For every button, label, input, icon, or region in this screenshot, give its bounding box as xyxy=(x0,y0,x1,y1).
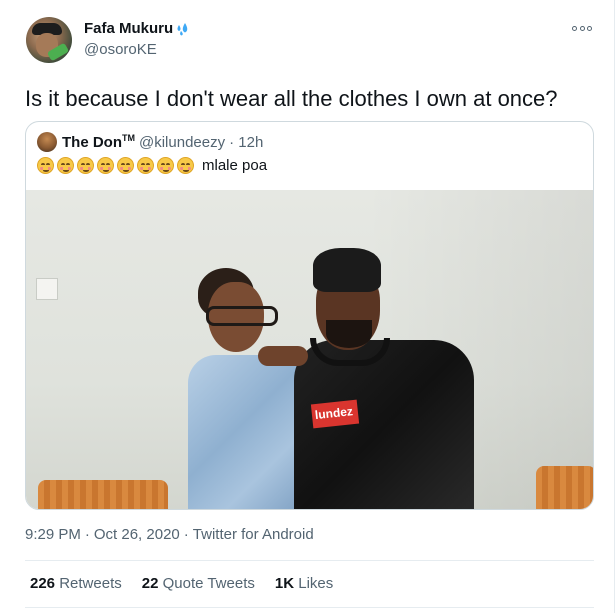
retweets-stat[interactable]: 226 Retweets xyxy=(30,575,122,592)
cushion-left xyxy=(38,480,168,509)
cushion-right xyxy=(536,466,593,509)
trademark-mark: TM xyxy=(122,133,135,143)
tweet-date[interactable]: Oct 26, 2020 xyxy=(94,526,180,543)
woman-glasses xyxy=(206,306,278,326)
tweet: Fafa Mukuru @osoroKE Is it because I don… xyxy=(0,0,615,613)
quoted-tweet[interactable]: The DonTM @kilundeezy · 12h mlale poa lu… xyxy=(25,121,594,510)
author-avatar[interactable] xyxy=(26,17,72,63)
tweet-source[interactable]: Twitter for Android xyxy=(193,526,314,543)
man-durag xyxy=(313,248,381,292)
quote-display-name[interactable]: The DonTM xyxy=(62,133,135,151)
quote-text: mlale poa xyxy=(202,157,268,174)
likes-stat[interactable]: 1K Likes xyxy=(275,575,333,592)
smiling-face-with-smiling-eyes-icon xyxy=(57,157,74,174)
sweat-droplets-icon xyxy=(175,21,191,37)
smiling-face-with-smiling-eyes-icon xyxy=(37,157,54,174)
quote-time[interactable]: · 12h xyxy=(229,134,263,151)
quote-header: The DonTM @kilundeezy · 12h xyxy=(37,132,263,152)
woman-hand xyxy=(258,346,308,366)
tweet-text: Is it because I don't wear all the cloth… xyxy=(25,86,558,111)
smiling-face-with-smiling-eyes-icon xyxy=(177,157,194,174)
more-dot xyxy=(587,25,592,31)
more-dot xyxy=(572,25,577,31)
smiling-face-with-smiling-eyes-icon xyxy=(77,157,94,174)
quote-tweets-stat[interactable]: 22 Quote Tweets xyxy=(142,575,255,592)
man-shirt-print: lundez xyxy=(310,399,360,429)
more-icon[interactable] xyxy=(572,22,592,34)
quote-avatar[interactable] xyxy=(37,132,57,152)
smiling-face-with-smiling-eyes-icon xyxy=(137,157,154,174)
more-dot xyxy=(579,25,585,31)
tweet-time[interactable]: 9:29 PM xyxy=(25,526,81,543)
smiling-face-with-smiling-eyes-icon xyxy=(157,157,174,174)
divider xyxy=(25,560,594,561)
smiling-face-with-smiling-eyes-icon xyxy=(117,157,134,174)
tweet-meta: 9:29 PM · Oct 26, 2020 · Twitter for Android xyxy=(25,526,314,543)
woman-denim-jacket xyxy=(188,355,303,509)
shirt-print-text: lundez xyxy=(314,404,354,423)
author-name-row: Fafa Mukuru xyxy=(84,20,191,37)
smiling-face-with-smiling-eyes-icon xyxy=(97,157,114,174)
wall-switch xyxy=(36,278,58,300)
divider xyxy=(25,607,594,608)
quote-handle[interactable]: @kilundeezy xyxy=(139,134,225,151)
author-handle[interactable]: @osoroKE xyxy=(84,41,157,58)
author-display-name[interactable]: Fafa Mukuru xyxy=(84,20,173,37)
tweet-stats: 226 Retweets 22 Quote Tweets 1K Likes xyxy=(30,575,353,592)
quote-photo[interactable]: lundez xyxy=(26,190,593,509)
quote-text-row: mlale poa xyxy=(37,157,267,174)
